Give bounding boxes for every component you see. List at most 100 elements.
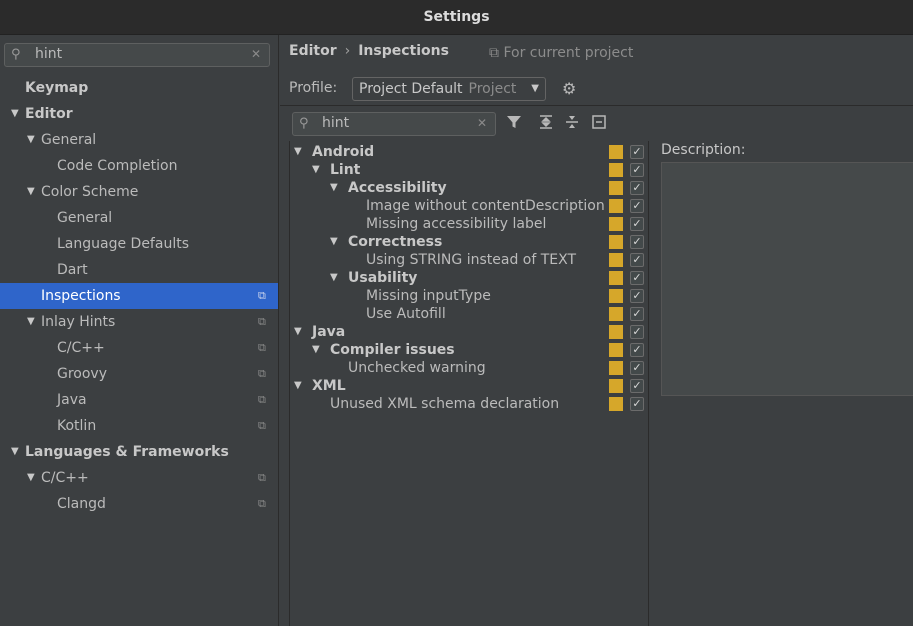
enabled-checkbox[interactable]: ✓	[630, 235, 644, 249]
clear-search-icon[interactable]: ✕	[251, 47, 261, 61]
expand-arrow-icon[interactable]: ▼	[27, 465, 35, 491]
inspections-search-input[interactable]: ⚲ hint ✕	[292, 112, 496, 136]
sidebar-item[interactable]: ▼ Color Scheme	[0, 179, 278, 205]
expand-arrow-icon[interactable]: ▼	[312, 341, 320, 359]
breadcrumb-inspections: Inspections	[358, 43, 449, 59]
enabled-checkbox[interactable]: ✓	[630, 181, 644, 195]
expand-arrow-icon[interactable]: ▼	[27, 309, 35, 335]
expand-arrow-icon[interactable]: ▼	[11, 101, 19, 127]
sidebar-item-label: Languages & Frameworks	[25, 444, 229, 460]
sidebar-item[interactable]: General	[0, 205, 278, 231]
severity-indicator	[609, 271, 623, 285]
enabled-checkbox[interactable]: ✓	[630, 307, 644, 321]
inspection-row[interactable]: ▼ XML ✓	[290, 377, 648, 395]
profile-label: Profile:	[289, 80, 338, 96]
sidebar-item[interactable]: Language Defaults	[0, 231, 278, 257]
settings-search-input[interactable]: ⚲ hint ✕	[4, 43, 270, 67]
sidebar-item[interactable]: ▼ Languages & Frameworks	[0, 439, 278, 465]
collapse-all-icon[interactable]	[564, 114, 580, 134]
sidebar-item[interactable]: Clangd ⧉	[0, 491, 278, 517]
severity-indicator	[609, 253, 623, 267]
sidebar-item[interactable]: ▼ General	[0, 127, 278, 153]
expand-arrow-icon[interactable]: ▼	[330, 233, 338, 251]
description-label: Description:	[661, 142, 746, 158]
description-box	[661, 162, 913, 396]
sidebar-item[interactable]: Inspections ⧉	[0, 283, 278, 309]
divider	[280, 105, 913, 106]
enabled-checkbox[interactable]: ✓	[630, 361, 644, 375]
inspection-row[interactable]: Unused XML schema declaration ✓	[290, 395, 648, 413]
inspection-label: Compiler issues	[330, 342, 455, 358]
sidebar-item[interactable]: Dart	[0, 257, 278, 283]
enabled-checkbox[interactable]: ✓	[630, 343, 644, 357]
window-title: Settings	[0, 0, 913, 35]
breadcrumb-editor[interactable]: Editor	[289, 43, 337, 59]
sidebar-item-label: Dart	[57, 262, 88, 278]
expand-arrow-icon[interactable]: ▼	[294, 377, 302, 395]
reset-icon[interactable]	[591, 114, 607, 134]
inspection-row[interactable]: ▼ Usability ✓	[290, 269, 648, 287]
enabled-checkbox[interactable]: ✓	[630, 145, 644, 159]
clear-search-icon[interactable]: ✕	[477, 116, 487, 130]
sidebar-item[interactable]: ▼ Editor	[0, 101, 278, 127]
for-current-project: ⧉ For current project	[489, 45, 633, 61]
sidebar-item[interactable]: Kotlin ⧉	[0, 413, 278, 439]
inspection-row[interactable]: ▼ Compiler issues ✓	[290, 341, 648, 359]
sidebar-item[interactable]: Groovy ⧉	[0, 361, 278, 387]
enabled-checkbox[interactable]: ✓	[630, 163, 644, 177]
inspection-label: Android	[312, 144, 375, 160]
inspection-label: Java	[312, 324, 346, 340]
expand-arrow-icon[interactable]: ▼	[294, 143, 302, 161]
sidebar-item[interactable]: Code Completion	[0, 153, 278, 179]
enabled-checkbox[interactable]: ✓	[630, 379, 644, 393]
inspection-label: Usability	[348, 270, 418, 286]
inspection-label: XML	[312, 378, 346, 394]
inspection-row[interactable]: Unchecked warning ✓	[290, 359, 648, 377]
severity-indicator	[609, 397, 623, 411]
enabled-checkbox[interactable]: ✓	[630, 253, 644, 267]
sidebar-item[interactable]: ▼ Inlay Hints ⧉	[0, 309, 278, 335]
severity-indicator	[609, 379, 623, 393]
inspection-label: Missing accessibility label	[366, 216, 547, 232]
severity-indicator	[609, 343, 623, 357]
settings-sidebar: ⚲ hint ✕ Keymap ▼ Editor ▼ General Code Compl…	[0, 35, 279, 626]
sidebar-item[interactable]: ▼ C/C++ ⧉	[0, 465, 278, 491]
expand-arrow-icon[interactable]: ▼	[27, 179, 35, 205]
inspection-row[interactable]: Image without contentDescription ✓	[290, 197, 648, 215]
profile-scope: Project	[468, 81, 517, 97]
inspection-label: Use Autofill	[366, 306, 446, 322]
enabled-checkbox[interactable]: ✓	[630, 199, 644, 213]
severity-indicator	[609, 145, 623, 159]
expand-arrow-icon[interactable]: ▼	[11, 439, 19, 465]
inspections-tree: ▼ Android ✓ ▼ Lint ✓ ▼ Accessibility ✓ Image with…	[289, 141, 649, 626]
sidebar-item[interactable]: Java ⧉	[0, 387, 278, 413]
inspection-row[interactable]: Use Autofill ✓	[290, 305, 648, 323]
inspection-row[interactable]: ▼ Accessibility ✓	[290, 179, 648, 197]
enabled-checkbox[interactable]: ✓	[630, 325, 644, 339]
inspection-row[interactable]: Missing inputType ✓	[290, 287, 648, 305]
expand-arrow-icon[interactable]: ▼	[330, 179, 338, 197]
profile-dropdown[interactable]: Project Default Project ▼	[352, 77, 546, 101]
sidebar-item-label: Inspections	[41, 288, 121, 304]
expand-all-icon[interactable]	[538, 114, 554, 134]
inspection-row[interactable]: Missing accessibility label ✓	[290, 215, 648, 233]
enabled-checkbox[interactable]: ✓	[630, 217, 644, 231]
expand-arrow-icon[interactable]: ▼	[330, 269, 338, 287]
inspection-row[interactable]: ▼ Java ✓	[290, 323, 648, 341]
gear-icon[interactable]: ⚙	[562, 79, 576, 98]
filter-icon[interactable]	[506, 114, 522, 134]
sidebar-item[interactable]: C/C++ ⧉	[0, 335, 278, 361]
copy-icon: ⧉	[489, 45, 499, 61]
sidebar-item[interactable]: Keymap	[0, 75, 278, 101]
inspection-row[interactable]: Using STRING instead of TEXT ✓	[290, 251, 648, 269]
sidebar-item-label: Inlay Hints	[41, 314, 116, 330]
inspection-row[interactable]: ▼ Correctness ✓	[290, 233, 648, 251]
enabled-checkbox[interactable]: ✓	[630, 289, 644, 303]
expand-arrow-icon[interactable]: ▼	[294, 323, 302, 341]
inspection-row[interactable]: ▼ Lint ✓	[290, 161, 648, 179]
inspection-row[interactable]: ▼ Android ✓	[290, 143, 648, 161]
expand-arrow-icon[interactable]: ▼	[27, 127, 35, 153]
expand-arrow-icon[interactable]: ▼	[312, 161, 320, 179]
enabled-checkbox[interactable]: ✓	[630, 271, 644, 285]
enabled-checkbox[interactable]: ✓	[630, 397, 644, 411]
